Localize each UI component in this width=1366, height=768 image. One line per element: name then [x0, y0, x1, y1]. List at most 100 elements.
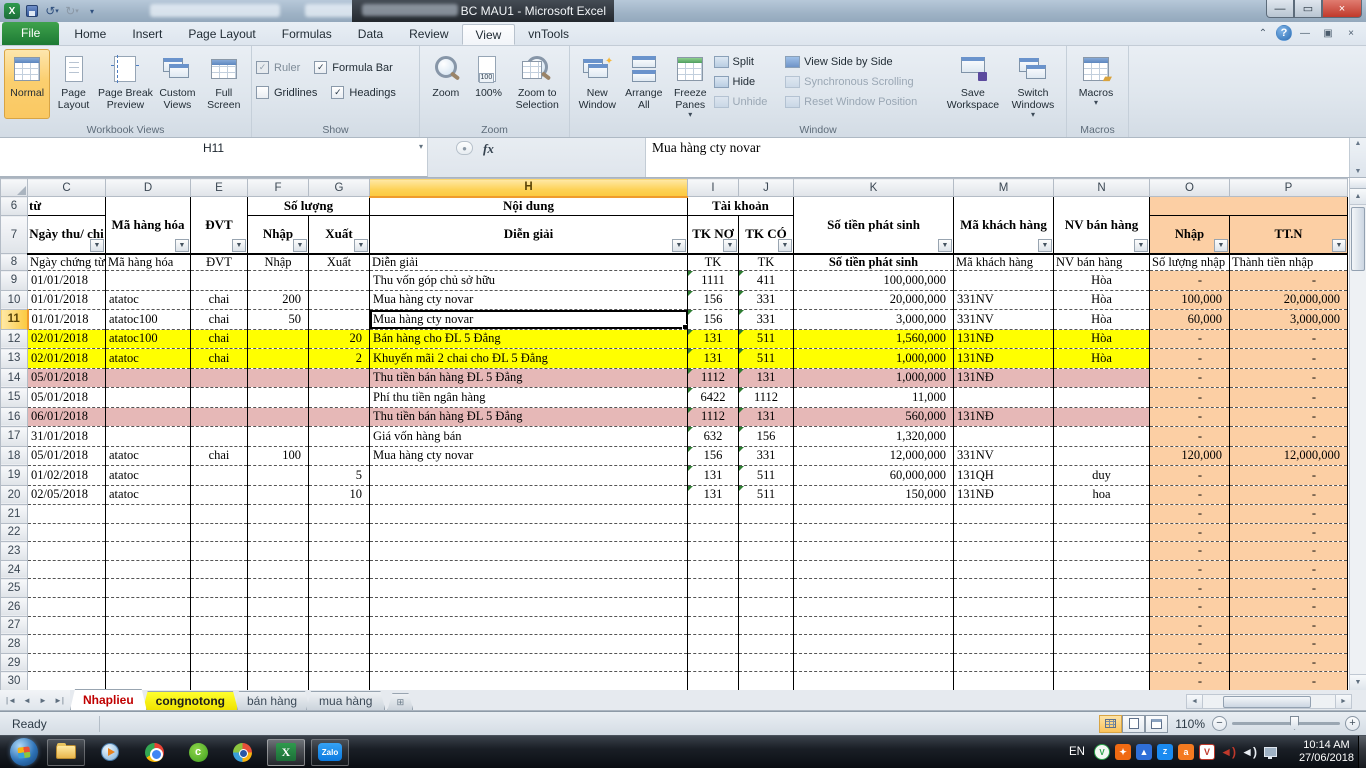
cell-G28[interactable]	[309, 635, 370, 654]
cell-K28[interactable]	[794, 635, 954, 654]
taskbar-media-player-button[interactable]	[91, 739, 129, 766]
cell-N27[interactable]	[1054, 616, 1150, 635]
cell-E9[interactable]	[191, 271, 248, 291]
cell-M27[interactable]	[954, 616, 1054, 635]
cell-C28[interactable]	[28, 635, 106, 654]
prev-sheet-icon[interactable]: ◄	[20, 696, 34, 705]
cell-O18[interactable]: 120,000	[1150, 446, 1230, 466]
cell-O16[interactable]: -	[1150, 407, 1230, 427]
cell-J12[interactable]: 511	[739, 329, 794, 349]
restore-button[interactable]: ▭	[1294, 0, 1322, 18]
cell-K17[interactable]: 1,320,000	[794, 427, 954, 447]
cell-C11[interactable]: 01/01/2018	[28, 310, 106, 330]
cell-K8[interactable]: Số tiền phát sinh	[794, 254, 954, 271]
unhide-button[interactable]: Unhide	[714, 92, 786, 112]
formula-bar-expand[interactable]: ▲▼	[1349, 138, 1366, 177]
header-cell-K6[interactable]: Số tiền phát sinh▼	[794, 197, 954, 254]
cell-N10[interactable]: Hòa	[1054, 290, 1150, 310]
scroll-right-arrow-icon[interactable]: ►	[1335, 694, 1352, 709]
cell-G27[interactable]	[309, 616, 370, 635]
cell-I16[interactable]: 1112	[688, 407, 739, 427]
cell-D29[interactable]	[106, 653, 191, 672]
cell-J17[interactable]: 156	[739, 427, 794, 447]
scroll-down-arrow-icon[interactable]: ▼	[1350, 674, 1366, 690]
cell-E24[interactable]	[191, 560, 248, 579]
cell-I27[interactable]	[688, 616, 739, 635]
cell-O8[interactable]: Số lượng nhập	[1150, 254, 1230, 271]
cell-F9[interactable]	[248, 271, 309, 291]
cell-J24[interactable]	[739, 560, 794, 579]
header-cell-M6[interactable]: Mã khách hàng▼	[954, 197, 1054, 254]
column-header-H[interactable]: H	[370, 179, 688, 197]
header-cell-O7[interactable]: Nhập▼	[1150, 216, 1230, 254]
cell-M26[interactable]	[954, 597, 1054, 616]
cell-P27[interactable]: -	[1230, 616, 1348, 635]
cell-O24[interactable]: -	[1150, 560, 1230, 579]
column-header-E[interactable]: E	[191, 179, 248, 197]
cell-M29[interactable]	[954, 653, 1054, 672]
cell-J18[interactable]: 331	[739, 446, 794, 466]
cell-G10[interactable]	[309, 290, 370, 310]
volume-mixer-icon[interactable]: ◄)	[1220, 744, 1236, 760]
unikey-tray-icon[interactable]: V	[1094, 744, 1110, 760]
column-header-M[interactable]: M	[954, 179, 1054, 197]
cell-E29[interactable]	[191, 653, 248, 672]
cell-N20[interactable]: hoa	[1054, 485, 1150, 505]
row-header-28[interactable]: 28	[1, 635, 28, 654]
cell-F21[interactable]	[248, 505, 309, 524]
cell-P15[interactable]: -	[1230, 388, 1348, 408]
zalo-tray-icon[interactable]: Z	[1157, 744, 1173, 760]
page-break-view-shortcut[interactable]	[1145, 715, 1168, 733]
cell-D18[interactable]: atatoc	[106, 446, 191, 466]
cell-H15[interactable]: Phí thu tiền ngân hàng	[370, 388, 688, 408]
cell-P30[interactable]: -	[1230, 672, 1348, 690]
cell-J15[interactable]: 1112	[739, 388, 794, 408]
cell-O23[interactable]: -	[1150, 542, 1230, 561]
collapse-ribbon-icon[interactable]: ⌃	[1253, 26, 1273, 41]
cell-K14[interactable]: 1,000,000	[794, 368, 954, 388]
filter-dropdown-icon-C[interactable]: ▼	[90, 239, 104, 252]
cell-M13[interactable]: 131NĐ	[954, 349, 1054, 369]
cell-I29[interactable]	[688, 653, 739, 672]
cell-E13[interactable]: chai	[191, 349, 248, 369]
cell-O11[interactable]: 60,000	[1150, 310, 1230, 330]
cell-C23[interactable]	[28, 542, 106, 561]
taskbar-picasa-button[interactable]	[223, 739, 261, 766]
header-cell-I7[interactable]: TK NỢ▼	[688, 216, 739, 254]
cell-J11[interactable]: 331	[739, 310, 794, 330]
cell-P8[interactable]: Thành tiền nhập	[1230, 254, 1348, 271]
cell-O9[interactable]: -	[1150, 271, 1230, 291]
cell-H10[interactable]: Mua hàng cty novar	[370, 290, 688, 310]
cell-H12[interactable]: Bán hàng cho ĐL 5 Đẳng	[370, 329, 688, 349]
ruler-checkbox[interactable]: ✓	[256, 61, 269, 74]
cell-I9[interactable]: 1111	[688, 271, 739, 291]
split-button[interactable]: Split	[714, 52, 786, 72]
cell-G21[interactable]	[309, 505, 370, 524]
taskbar-clock[interactable]: 10:14 AM 27/06/2018	[1299, 739, 1354, 765]
name-box[interactable]: H11 ▾	[0, 138, 428, 177]
cell-D14[interactable]	[106, 368, 191, 388]
macros-button[interactable]: ▰ Macros ▾	[1071, 49, 1121, 119]
cell-D23[interactable]	[106, 542, 191, 561]
filter-dropdown-icon-H[interactable]: ▼	[672, 239, 686, 252]
workbook-restore-icon[interactable]: ▣	[1318, 26, 1338, 41]
row-header-19[interactable]: 19	[1, 466, 28, 486]
row-header-30[interactable]: 30	[1, 672, 28, 690]
row-header-14[interactable]: 14	[1, 368, 28, 388]
cell-N21[interactable]	[1054, 505, 1150, 524]
cell-O25[interactable]: -	[1150, 579, 1230, 598]
cell-P12[interactable]: -	[1230, 329, 1348, 349]
cell-M17[interactable]	[954, 427, 1054, 447]
sheet-tab-bán-hàng[interactable]: bán hàng	[234, 691, 310, 710]
cell-M19[interactable]: 131QH	[954, 466, 1054, 486]
cell-P10[interactable]: 20,000,000	[1230, 290, 1348, 310]
tray-icon-orange[interactable]: ✦	[1115, 744, 1131, 760]
cell-F15[interactable]	[248, 388, 309, 408]
cell-J14[interactable]: 131	[739, 368, 794, 388]
cell-G14[interactable]	[309, 368, 370, 388]
cell-M10[interactable]: 331NV	[954, 290, 1054, 310]
cell-D24[interactable]	[106, 560, 191, 579]
cell-J22[interactable]	[739, 523, 794, 542]
cell-O19[interactable]: -	[1150, 466, 1230, 486]
cell-F12[interactable]	[248, 329, 309, 349]
